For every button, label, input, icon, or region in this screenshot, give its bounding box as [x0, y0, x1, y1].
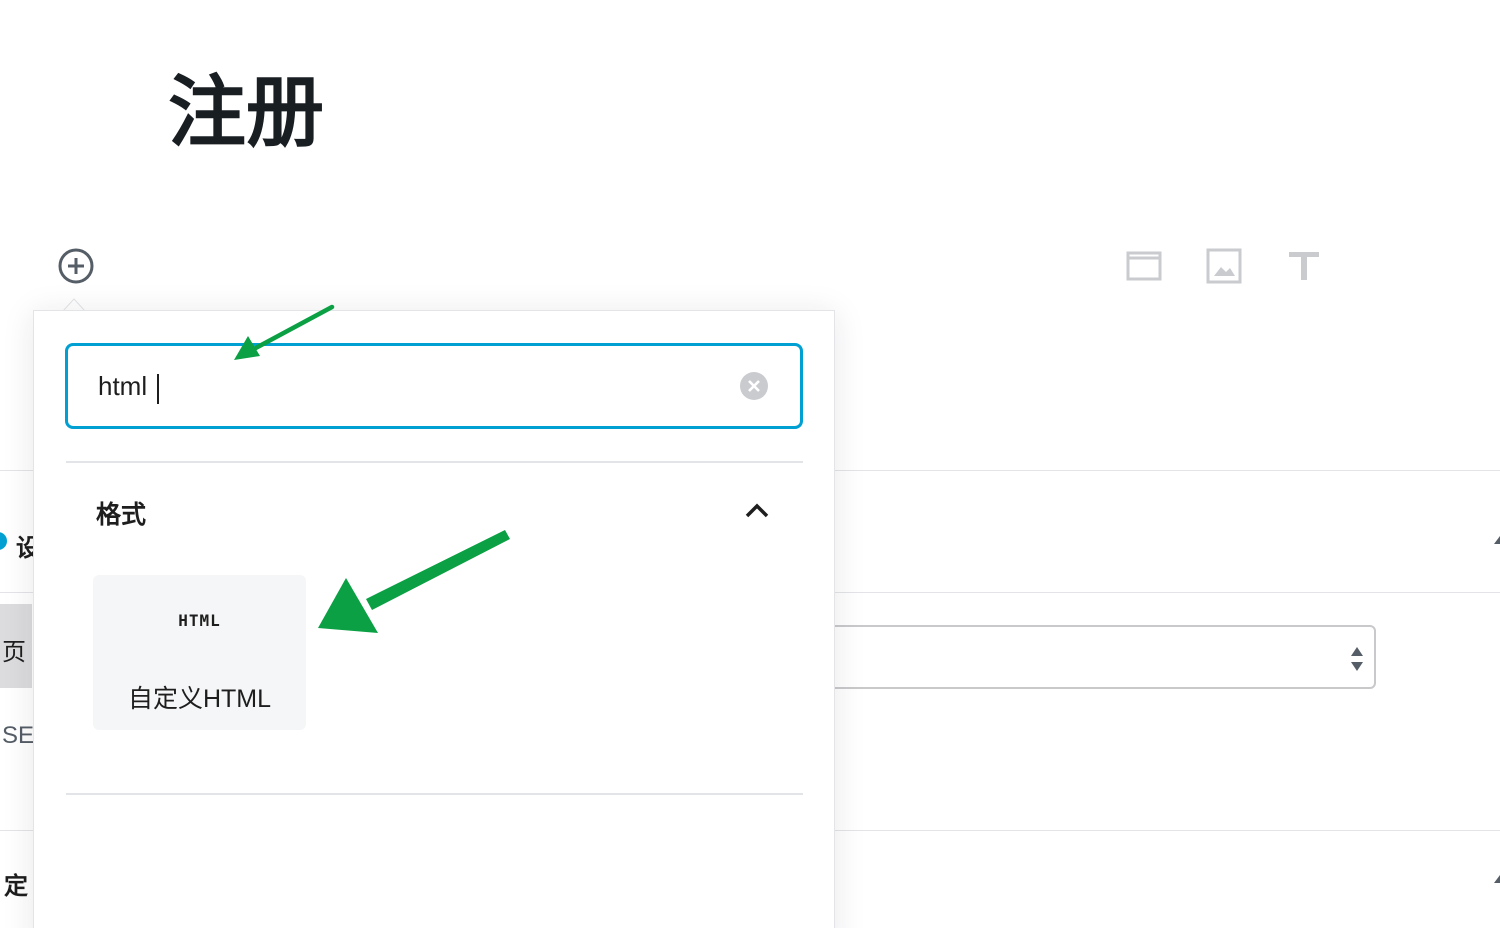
divider — [66, 793, 803, 795]
plus-circle-icon — [58, 248, 94, 284]
add-text-button[interactable] — [1285, 247, 1323, 285]
html-icon: HTML — [178, 611, 221, 630]
page-template-select[interactable] — [800, 625, 1376, 689]
block-item-custom-html[interactable]: HTML 自定义HTML — [93, 575, 306, 730]
editor-page: 注册 设 页 SE 定 html 格式 HTML 自定义HTML — [0, 0, 1500, 928]
select-arrows-icon — [1351, 647, 1363, 671]
block-icon — [1126, 251, 1162, 281]
clear-search-button[interactable] — [740, 372, 768, 400]
add-image-button[interactable] — [1205, 247, 1243, 285]
custom-panel-label: 定 — [4, 873, 28, 900]
divider — [66, 461, 803, 463]
close-icon — [748, 380, 760, 392]
settings-icon — [0, 532, 7, 550]
add-block-button[interactable] — [1125, 247, 1163, 285]
panel-toggle-icon[interactable] — [1492, 872, 1500, 886]
category-title-formatting[interactable]: 格式 — [96, 495, 146, 531]
post-title[interactable]: 注册 — [168, 66, 324, 160]
block-inserter-toggle[interactable] — [57, 247, 95, 285]
block-search-box[interactable] — [65, 343, 803, 429]
block-inserter-popover: 格式 HTML 自定义HTML — [33, 310, 835, 928]
panel-toggle-icon[interactable] — [1492, 533, 1500, 547]
seo-label: SE — [2, 722, 35, 749]
text-icon — [1289, 252, 1319, 280]
page-tab-label: 页 — [2, 639, 26, 666]
text-caret — [157, 374, 159, 404]
popover-arrow — [63, 298, 85, 311]
chevron-up-icon[interactable] — [742, 499, 772, 521]
block-search-input[interactable] — [98, 366, 698, 406]
image-icon — [1206, 248, 1242, 284]
block-item-label: 自定义HTML — [127, 685, 272, 713]
